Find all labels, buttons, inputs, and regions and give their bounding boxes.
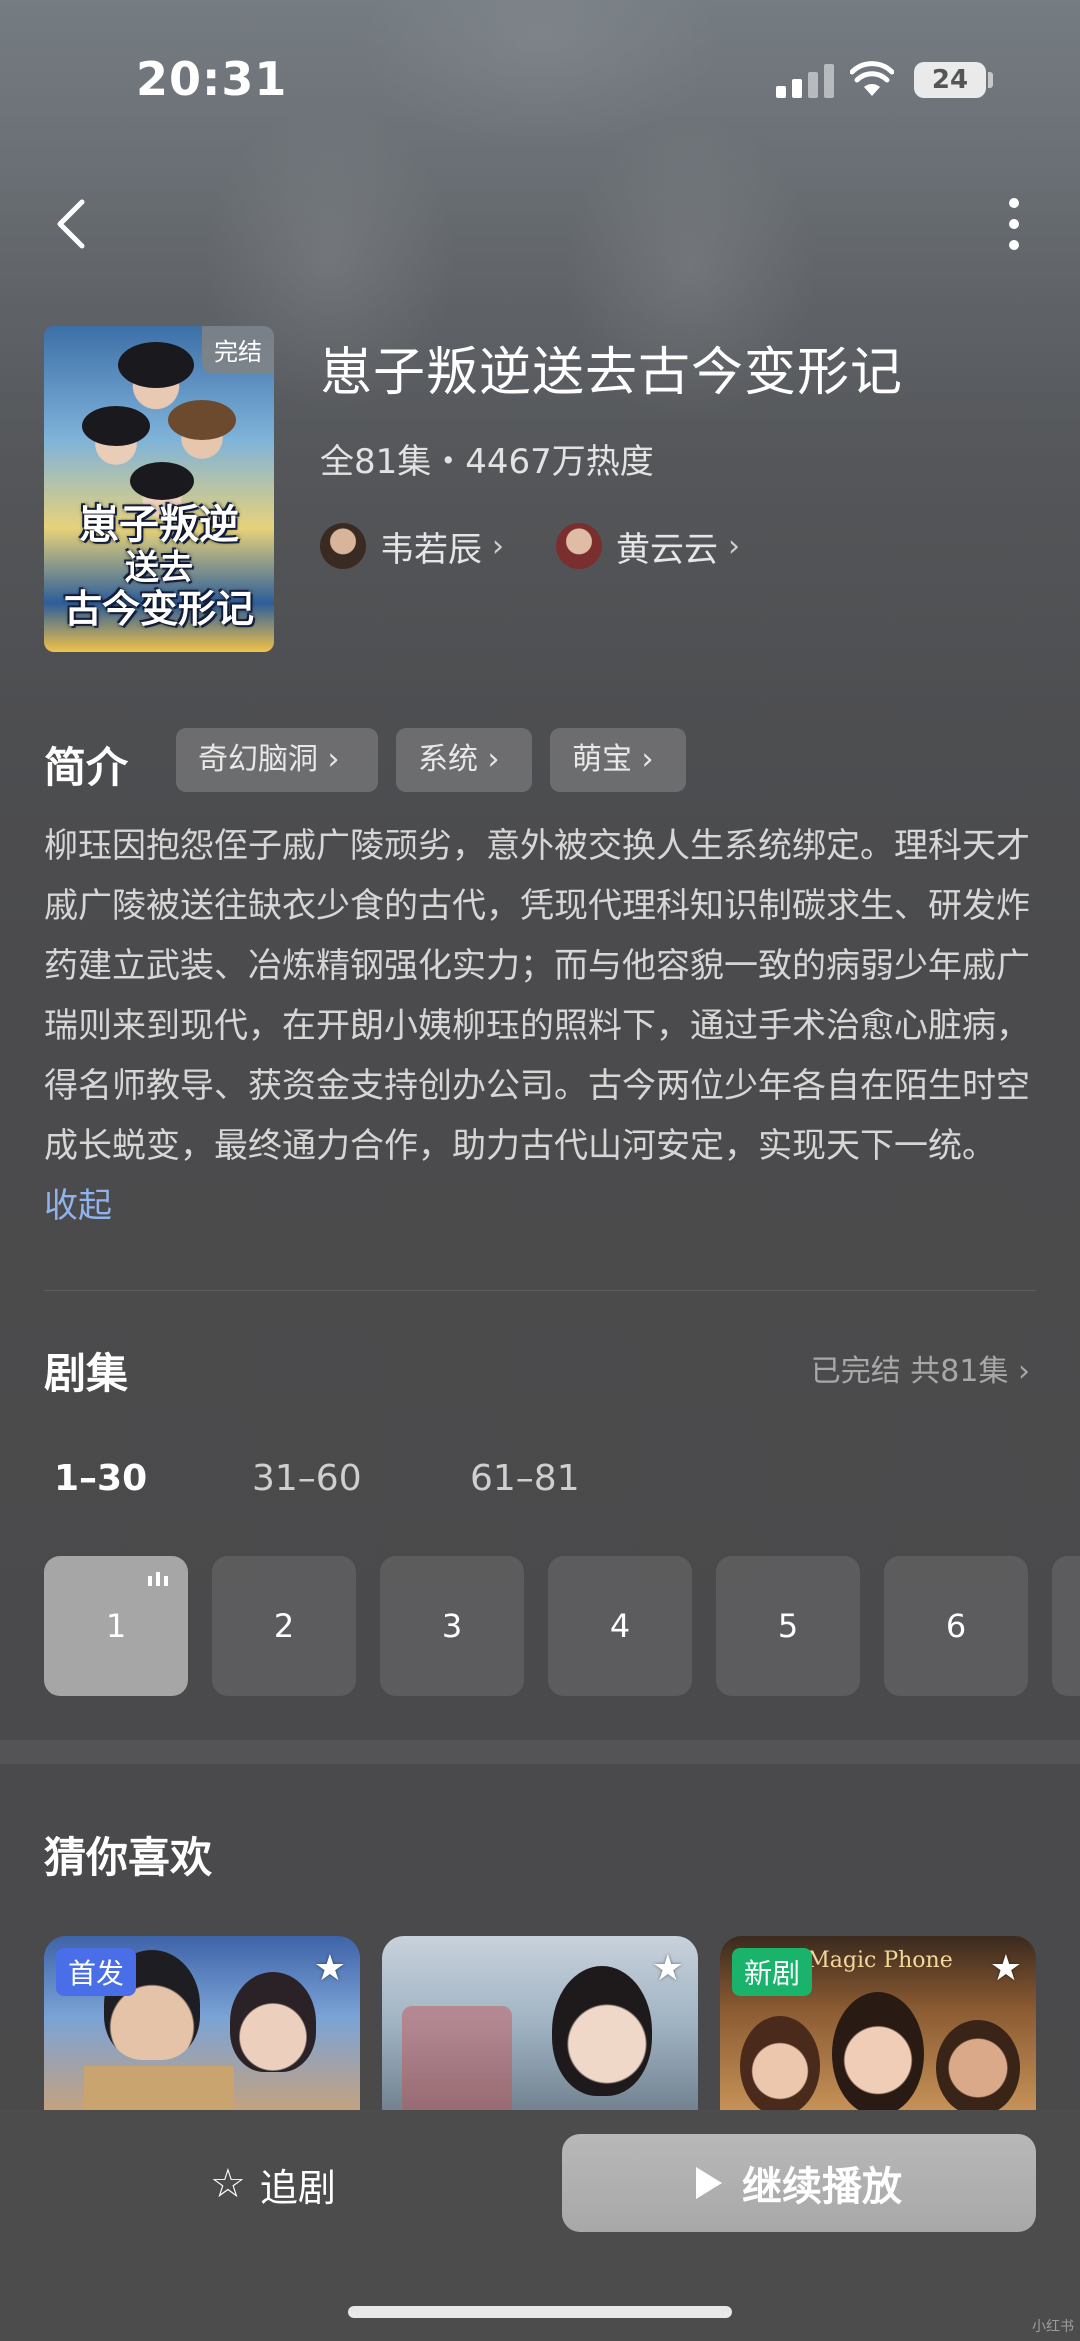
battery-icon: 24 [914, 62, 986, 98]
home-indicator[interactable] [348, 2306, 732, 2318]
recommend-card[interactable]: ★ [382, 1936, 698, 2116]
drama-title: 崽子叛逆送去古今变形记 [320, 343, 904, 403]
follow-button[interactable]: ☆ 追剧 [210, 2156, 336, 2212]
continue-play-button[interactable]: 继续播放 [562, 2134, 1036, 2232]
card-figure [552, 1966, 652, 2096]
episode-number: 1 [105, 1607, 127, 1645]
range-tab-31-60[interactable]: 31–60 [252, 1458, 362, 1499]
episode-number: 3 [441, 1607, 463, 1645]
episode-button-partial[interactable] [1052, 1556, 1080, 1696]
card-screen-panel [402, 2006, 512, 2116]
episode-button[interactable]: 2 [212, 1556, 356, 1696]
battery-tip [988, 72, 993, 88]
synopsis-body: 柳珏因抱怨侄子戚广陵顽劣，意外被交换人生系统绑定。理科天才戚广陵被送往缺衣少食的… [44, 826, 1030, 1166]
wifi-icon [850, 61, 894, 96]
card-figure [740, 2016, 820, 2116]
episode-number: 5 [777, 1607, 799, 1645]
actor-link[interactable]: 黄云云 › [556, 520, 740, 572]
card-figure [230, 1972, 316, 2072]
actor-avatar [556, 523, 602, 569]
card-badge: 新剧 [732, 1948, 813, 1996]
chevron-right-icon: › [728, 528, 740, 564]
episode-button[interactable]: 3 [380, 1556, 524, 1696]
episode-button[interactable]: 4 [548, 1556, 692, 1696]
drama-poster[interactable]: 崽子叛逆 送去 古今变形记 完结 [44, 326, 274, 652]
tag-cute-baby[interactable]: 萌宝 › [550, 728, 686, 792]
card-badge: 首发 [56, 1948, 137, 1996]
episodes-heading: 剧集 [44, 1349, 129, 1398]
star-outline-icon: ☆ [210, 2161, 246, 2207]
drama-meta: 全81集・4467万热度 [320, 442, 654, 482]
tag-system[interactable]: 系统 › [396, 728, 532, 792]
status-time: 20:31 [136, 52, 288, 106]
episode-button[interactable]: 6 [884, 1556, 1028, 1696]
star-icon[interactable]: ★ [314, 1948, 346, 1989]
episode-number: 6 [945, 1607, 967, 1645]
actor-avatar [320, 523, 366, 569]
synopsis-text: 柳珏因抱怨侄子戚广陵顽劣，意外被交换人生系统绑定。理科天才戚广陵被送往缺衣少食的… [44, 816, 1044, 1236]
recommend-card[interactable]: Magic Phone 新剧 ★ [720, 1936, 1036, 2116]
actor-name: 黄云云 [616, 529, 718, 570]
continue-play-label: 继续播放 [742, 2164, 902, 2210]
range-tab-1-30[interactable]: 1–30 [54, 1458, 147, 1499]
playing-indicator-icon [148, 1572, 170, 1586]
divider [44, 1290, 1036, 1291]
completed-badge: 完结 [202, 326, 274, 373]
signal-icon [776, 64, 834, 98]
card-figure-body [84, 2066, 234, 2116]
synopsis-heading: 简介 [44, 743, 129, 792]
episodes-status-link[interactable]: 已完结 共81集 › [811, 1346, 1030, 1390]
follow-label: 追剧 [259, 2165, 336, 2210]
play-icon [696, 2167, 722, 2199]
episode-number: 4 [609, 1607, 631, 1645]
star-icon[interactable]: ★ [990, 1948, 1022, 1989]
collapse-link[interactable]: 收起 [44, 1186, 112, 1226]
star-icon[interactable]: ★ [652, 1948, 684, 1989]
episode-button[interactable]: 5 [716, 1556, 860, 1696]
chevron-right-icon: › [492, 528, 504, 564]
recommend-card[interactable]: 首发 ★ [44, 1936, 360, 2116]
tag-fantasy[interactable]: 奇幻脑洞 › [176, 728, 378, 792]
episode-number: 2 [273, 1607, 295, 1645]
actor-name: 韦若辰 [380, 529, 482, 570]
back-icon[interactable] [50, 196, 96, 252]
card-figure [936, 2020, 1020, 2116]
watermark: 小红书 [1032, 2319, 1074, 2335]
episode-button[interactable]: 1 [44, 1556, 188, 1696]
more-options-icon[interactable] [1000, 194, 1030, 254]
recommend-heading: 猜你喜欢 [44, 1833, 213, 1882]
actor-link[interactable]: 韦若辰 › [320, 520, 504, 572]
poster-title-line3: 古今变形记 [63, 586, 254, 631]
card-figure [832, 1992, 924, 2116]
section-separator [0, 1740, 1080, 1764]
range-tab-61-81[interactable]: 61–81 [470, 1458, 580, 1499]
